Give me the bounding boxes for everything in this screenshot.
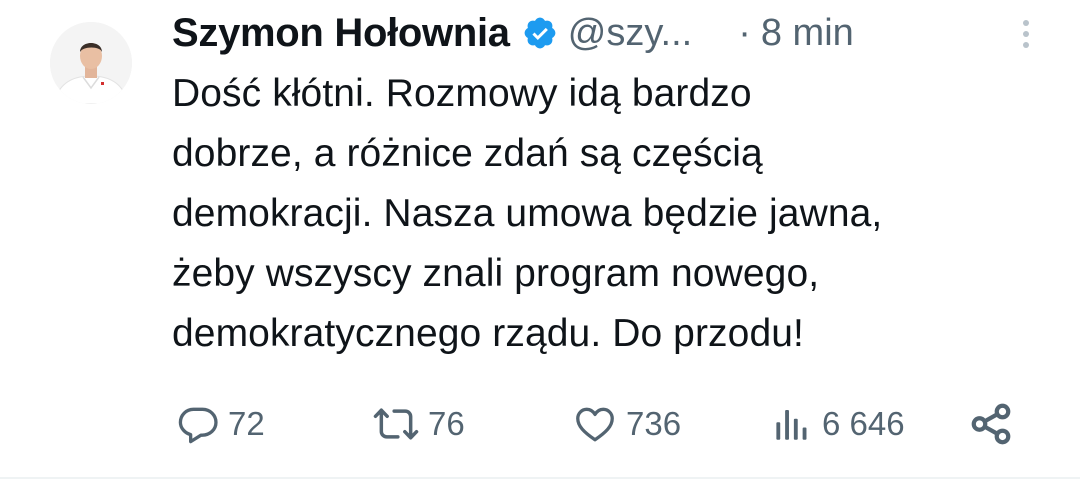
share-button[interactable] bbox=[968, 397, 1014, 451]
action-bar: 72 76 736 6 646 bbox=[172, 397, 1032, 451]
tweet-text-line: Dość kłótni. Rozmowy idą bardzo bbox=[172, 72, 752, 115]
like-button[interactable]: 736 bbox=[572, 397, 681, 451]
avatar[interactable] bbox=[50, 22, 132, 104]
share-icon bbox=[971, 403, 1011, 445]
tweet-header: Szymon Hołownia @szy... · 8 min bbox=[172, 8, 1040, 58]
more-vertical-icon[interactable] bbox=[1016, 16, 1036, 52]
views-button[interactable]: 6 646 bbox=[772, 397, 905, 451]
views-count: 6 646 bbox=[822, 405, 905, 442]
retweet-button[interactable]: 76 bbox=[372, 397, 465, 451]
comment-icon bbox=[178, 407, 218, 444]
tweet-text: Dość kłótni. Rozmowy idą bardzo dobrze, … bbox=[172, 64, 1052, 364]
tweet-text-line: demokracji. Nasza umowa będzie jawna, bbox=[172, 192, 883, 235]
heart-icon bbox=[576, 407, 614, 442]
tweet-text-line: żeby wszyscy znali program nowego, bbox=[172, 252, 820, 295]
timestamp[interactable]: 8 min bbox=[761, 12, 854, 55]
views-chart-icon bbox=[776, 410, 807, 440]
reply-button[interactable]: 72 bbox=[176, 397, 265, 451]
retweet-count: 76 bbox=[428, 405, 465, 442]
author-name[interactable]: Szymon Hołownia bbox=[172, 11, 510, 56]
retweet-icon bbox=[373, 408, 419, 440]
tweet-text-line: demokratycznego rządu. Do przodu! bbox=[172, 312, 804, 355]
tweet-text-line: dobrze, a różnice zdań są częścią bbox=[172, 132, 763, 175]
verified-badge-icon[interactable] bbox=[522, 15, 558, 51]
author-handle[interactable]: @szy... bbox=[568, 12, 692, 55]
like-count: 736 bbox=[626, 405, 682, 442]
separator-dot: · bbox=[738, 11, 751, 54]
tweet[interactable]: Szymon Hołownia @szy... · 8 min Dość kłó… bbox=[0, 0, 1080, 479]
reply-count: 72 bbox=[228, 405, 265, 442]
